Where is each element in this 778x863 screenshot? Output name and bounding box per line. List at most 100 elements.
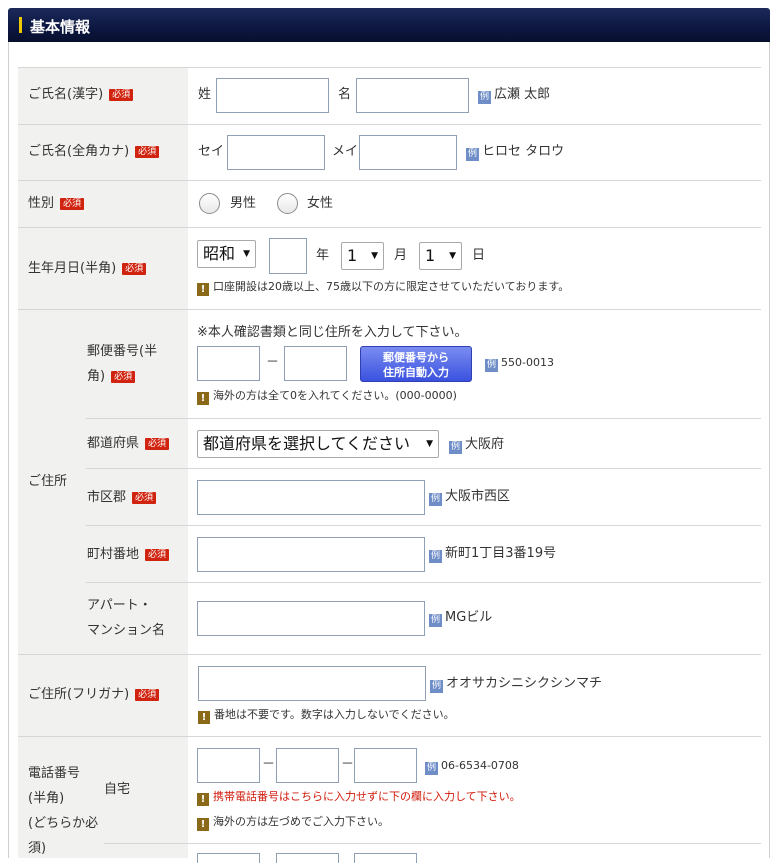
postal-instruction: ※本人確認書類と同じ住所を入力して下さい。: [197, 325, 468, 340]
required-badge: 必須: [145, 438, 170, 450]
example-text: MGビル: [445, 610, 493, 625]
example-icon: 例: [466, 148, 479, 161]
home-phone-area-input[interactable]: [197, 748, 260, 783]
field-label-postal-line1: 郵便番号(半: [87, 344, 158, 359]
example-town: 例新町1丁目3番19号: [429, 545, 556, 563]
example-text: 広瀬 太郎: [494, 87, 551, 102]
example-icon: 例: [478, 91, 491, 104]
example-text: 550-0013: [501, 356, 554, 369]
label-text: 生年月日(半角): [28, 261, 117, 276]
example-building: 例 MGビル: [429, 609, 492, 627]
row-divider: [18, 654, 761, 655]
required-badge: 必須: [135, 146, 160, 158]
section-title: 基本情報: [30, 18, 91, 36]
field-label-birthdate: 生年月日(半角) 必須: [28, 260, 147, 278]
example-text: 06-6534-0708: [441, 759, 519, 772]
required-badge: 必須: [60, 198, 85, 210]
header-accent-bar: [19, 17, 22, 33]
row-divider: [18, 736, 761, 737]
example-icon: 例: [430, 680, 443, 693]
gender-male-radio[interactable]: [199, 193, 220, 214]
field-label-town: 町村番地 必須: [87, 546, 170, 564]
phone-note: ! 海外の方は左づめでご入力下さい。: [197, 813, 389, 831]
address-kana-input[interactable]: [198, 666, 426, 701]
field-label-building-line2: マンション名: [87, 623, 166, 638]
home-phone-local-input[interactable]: [276, 748, 339, 783]
mobile-phone-area-input[interactable]: [197, 853, 260, 863]
birth-day-select[interactable]: 1 ▼: [419, 242, 462, 270]
example-name-kanji: 例広瀬 太郎: [478, 86, 550, 104]
birth-year-input[interactable]: [269, 238, 307, 274]
example-icon: 例: [429, 614, 442, 627]
label-text: 町村番地: [87, 547, 140, 562]
label-text: 性別: [28, 196, 55, 211]
example-postal: 例 550-0013: [485, 354, 554, 372]
example-name-kana: 例ヒロセ タロウ: [466, 143, 564, 161]
gender-female-label[interactable]: 女性: [307, 195, 333, 213]
home-phone-number-input[interactable]: [354, 748, 417, 783]
required-badge: 必須: [111, 371, 136, 383]
row-divider: [18, 227, 761, 228]
birth-month-select[interactable]: 1 ▼: [341, 242, 384, 270]
label-text: ご氏名(全角カナ): [28, 144, 130, 159]
example-text: オオサカシニシクシンマチ: [446, 676, 603, 691]
row-divider: [86, 525, 761, 526]
first-name-kanji-input[interactable]: [356, 78, 469, 113]
row-divider: [86, 582, 761, 583]
birthdate-note: ! 口座開設は20歳以上、75歳以下の方に限定させていただいております。: [197, 278, 569, 296]
gender-female-radio[interactable]: [277, 193, 298, 214]
field-label-name-kana: ご氏名(全角カナ) 必須: [28, 143, 160, 161]
note-text: 海外の方は全て0を入れてください。(000-0000): [213, 389, 457, 402]
note-text: 海外の方は左づめでご入力下さい。: [213, 815, 389, 828]
example-icon: 例: [429, 493, 442, 506]
last-name-kana-input[interactable]: [227, 135, 325, 170]
row-divider: [86, 468, 761, 469]
field-label-postal-line2: 角) 必須: [87, 368, 136, 386]
field-label-phone-line3: (どちらか必: [28, 816, 99, 831]
mobile-phone-number-input[interactable]: [354, 853, 417, 863]
last-name-kana-prefix: セイ: [198, 144, 225, 159]
building-input[interactable]: [197, 601, 425, 636]
label-text: ご住所(フリガナ): [28, 687, 130, 702]
gender-male-label[interactable]: 男性: [230, 195, 256, 213]
field-label-gender: 性別 必須: [28, 195, 85, 213]
month-value: 1: [347, 246, 358, 265]
row-divider: [18, 309, 761, 310]
example-icon: 例: [425, 762, 438, 775]
phone-note-red: ! 携帯電話番号はこちらに入力せずに下の欄に入力して下さい。: [197, 788, 521, 806]
example-prefecture: 例大阪府: [449, 436, 504, 454]
phone-separator: －: [262, 757, 276, 772]
postal-code-first-input[interactable]: [197, 346, 260, 381]
note-text: 番地は不要です。数字は入力しないでください。: [214, 708, 455, 721]
example-icon: 例: [485, 359, 498, 372]
town-input[interactable]: [197, 537, 425, 572]
postal-code-second-input[interactable]: [284, 346, 347, 381]
phone-separator: －: [341, 757, 355, 772]
required-badge: 必須: [132, 492, 157, 504]
city-input[interactable]: [197, 480, 425, 515]
warning-icon: !: [197, 283, 209, 296]
warning-icon: !: [197, 818, 209, 831]
example-address-kana: 例オオサカシニシクシンマチ: [430, 675, 602, 693]
example-icon: 例: [449, 441, 462, 454]
example-text: 新町1丁目3番19号: [445, 546, 557, 561]
chevron-down-icon: ▼: [449, 251, 456, 261]
era-select[interactable]: 昭和 ▼: [197, 240, 256, 268]
home-phone-label: 自宅: [104, 782, 131, 797]
row-divider: [18, 180, 761, 181]
warning-icon: !: [198, 711, 210, 724]
example-text: ヒロセ タロウ: [482, 144, 565, 159]
postal-autofill-button[interactable]: 郵便番号から 住所自動入力: [360, 346, 472, 382]
example-icon: 例: [429, 550, 442, 563]
button-line2: 住所自動入力: [383, 366, 449, 379]
mobile-phone-local-input[interactable]: [276, 853, 339, 863]
first-name-kana-input[interactable]: [359, 135, 457, 170]
postal-separator: －: [266, 355, 280, 370]
year-unit: 年: [316, 248, 330, 263]
prefecture-select[interactable]: 都道府県を選択してください ▼: [197, 430, 439, 458]
row-divider: [18, 124, 761, 125]
last-name-kanji-input[interactable]: [216, 78, 329, 113]
field-label-address-kana: ご住所(フリガナ) 必須: [28, 686, 160, 704]
chevron-down-icon: ▼: [426, 439, 433, 449]
note-text: 携帯電話番号はこちらに入力せずに下の欄に入力して下さい。: [213, 790, 521, 803]
